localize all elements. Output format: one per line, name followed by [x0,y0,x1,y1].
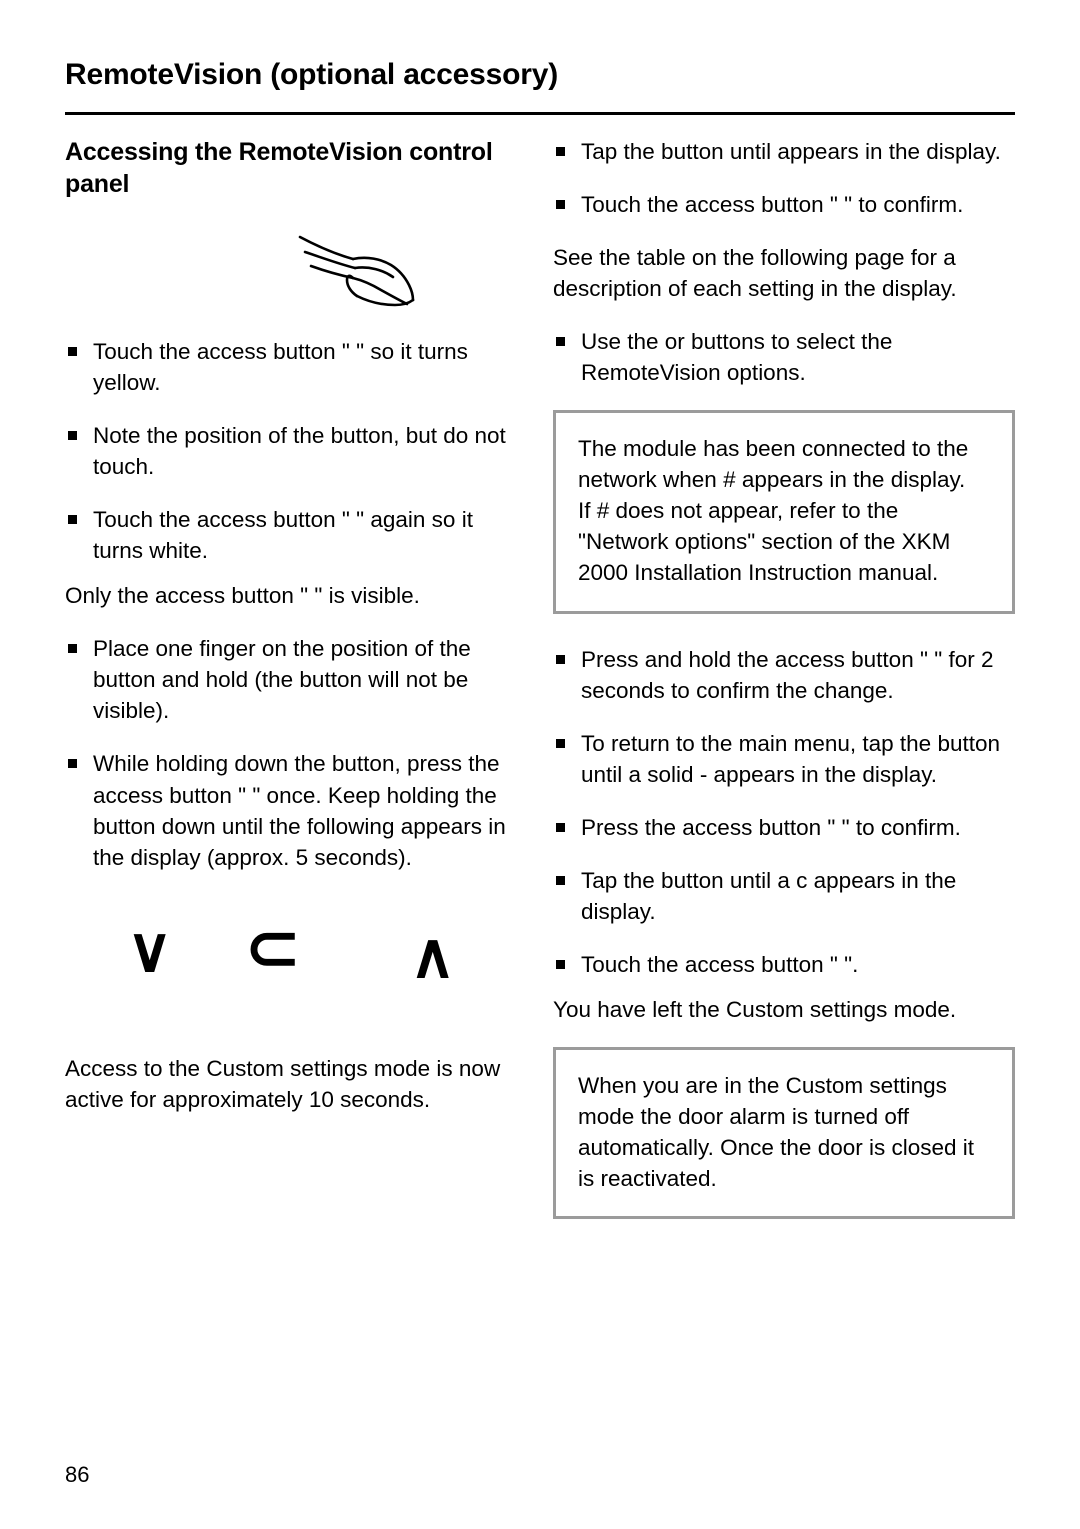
list-item: Tap the button until appears in the disp… [553,136,1015,167]
paragraph-only-access-button: Only the access button " " is visible. [65,583,420,609]
list-item: Touch the access button " " again so it … [65,504,525,566]
list-item: Use the or buttons to select the RemoteV… [553,326,1015,388]
display-glyph-row: ∨ ⊂ ∧ [65,910,525,1009]
list-item: While holding down the button, press the… [65,748,525,872]
bullet-square-icon [556,654,565,664]
bullet-square-icon [556,147,565,156]
page-number: 86 [65,1462,90,1487]
bullet-square-icon [68,644,77,654]
bullet-square-icon [556,337,565,347]
note-text: When you are in the Custom settings mode… [578,1072,975,1192]
note-box-network: The module has been connected to the net… [553,410,1015,614]
list-item: Touch the access button " " so it turns … [65,336,525,398]
note-box-door-alarm: When you are in the Custom settings mode… [553,1046,1015,1220]
section-title: Accessing the RemoteVision control panel [65,138,493,198]
list-item: To return to the main menu, tap the butt… [553,728,1015,790]
bullet-square-icon [68,759,77,769]
bullet-square-icon [68,431,77,441]
list-item-text: While holding down the button, press the… [93,751,506,870]
list-item-text: Touch the access button " ". [581,951,859,977]
bullet-square-icon [556,875,565,885]
list-item-text: Place one finger on the position of the … [93,636,471,724]
bullet-square-icon [556,738,565,748]
list-item-text: Press and hold the access button " " for… [581,646,994,703]
display-glyph-down: ∨ [127,915,173,985]
list-item: Tap the button until a c appears in the … [553,865,1015,927]
header-divider [65,112,1015,115]
list-item: Note the position of the button, but do … [65,420,525,482]
list-item: Touch the access button " " to confirm. [553,189,1015,220]
list-item-text: Tap the button until a c appears in the … [581,867,957,924]
list-item-text: Use the or buttons to select the RemoteV… [581,329,893,386]
hand-touch-icon [298,235,415,307]
page-title: RemoteVision (optional accessory) [65,58,558,91]
bullet-square-icon [68,515,77,525]
paragraph-left-mode: You have left the Custom settings mode. [553,996,957,1022]
list-item-text: Note the position of the button, but do … [93,423,506,480]
bullet-square-icon [556,822,565,832]
bullet-square-icon [556,959,565,969]
paragraph-see-table: See the table on the following page for … [553,245,957,302]
display-glyph-up: ∧ [410,921,456,991]
list-item-text: Touch the access button " " so it turns … [93,339,468,396]
display-glyph-c: ⊂ [245,909,301,984]
left-column: Accessing the RemoteVision control panel… [65,136,525,1115]
list-item: Touch the access button " ". [553,949,1015,980]
list-item-text: To return to the main menu, tap the butt… [581,730,1001,787]
list-item-text: Touch the access button " " to confirm. [581,192,964,218]
list-item-text: Touch the access button " " again so it … [93,507,473,564]
list-item: Press and hold the access button " " for… [553,644,1015,706]
bullet-square-icon [68,347,77,356]
list-item: Press the access button " " to confirm. [553,812,1015,843]
hand-illustration-wrap [65,232,525,310]
document-page: RemoteVision (optional accessory) Access… [0,0,1080,1529]
bullet-square-icon [556,200,565,210]
note-text: If # does not appear, refer to the "Netw… [578,498,951,586]
list-item-text: Tap the button until appears in the disp… [581,139,1001,164]
note-text: The module has been connected to the net… [578,436,969,493]
list-item-text: Press the access button " " to confirm. [581,814,961,840]
list-item: Place one finger on the position of the … [65,633,525,726]
right-column: Tap the button until appears in the disp… [553,136,1015,1220]
paragraph-custom-settings-active: Access to the Custom settings mode is no… [65,1055,501,1112]
